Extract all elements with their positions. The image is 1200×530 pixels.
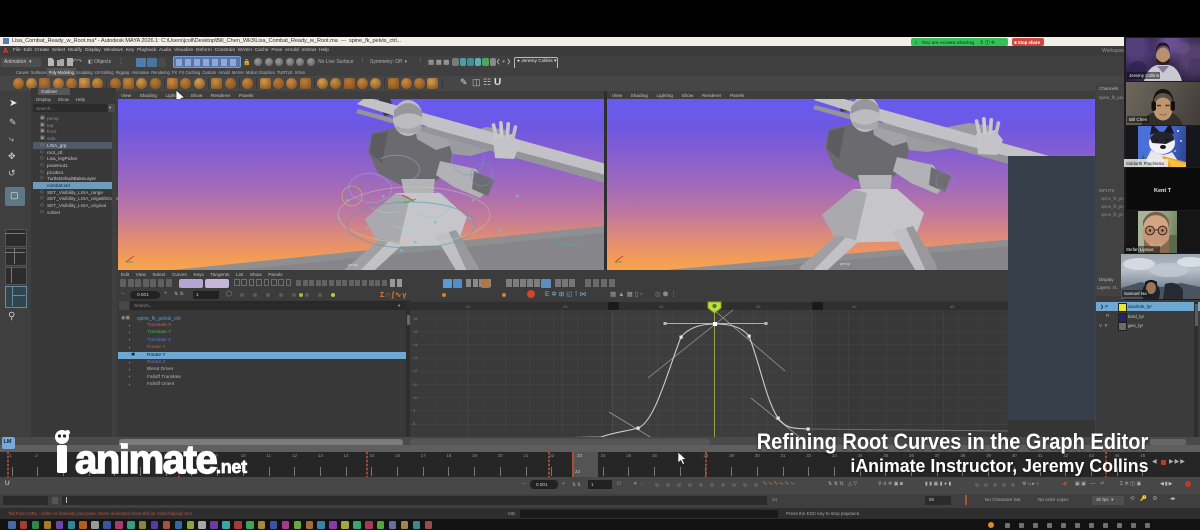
svg-text:animate: animate (75, 438, 217, 480)
svg-text:.net: .net (216, 457, 247, 477)
